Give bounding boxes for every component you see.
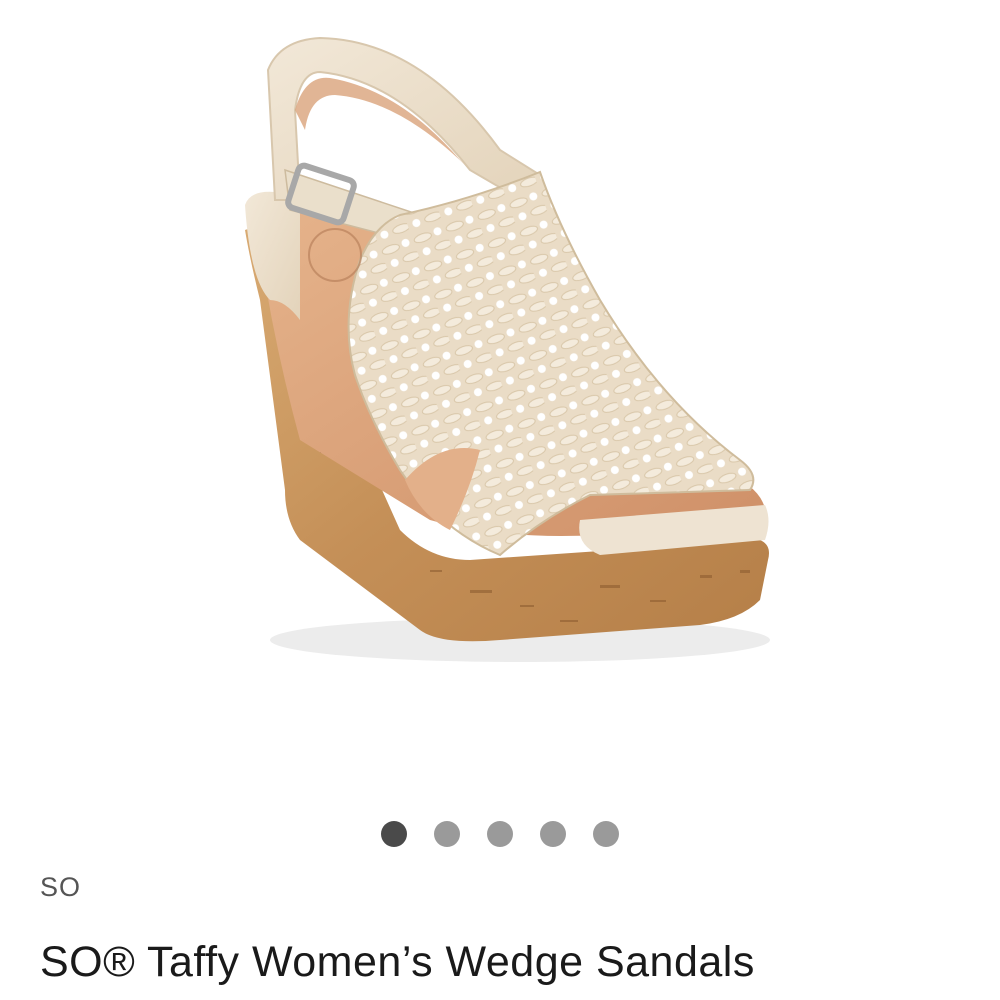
carousel-dot-3[interactable] xyxy=(487,821,513,847)
wedge-sandal-illustration xyxy=(245,36,770,662)
carousel-dot-1[interactable] xyxy=(381,821,407,847)
product-image[interactable] xyxy=(0,0,1000,800)
product-title: SO® Taffy Women’s Wedge Sandals xyxy=(40,938,755,986)
image-carousel-dots xyxy=(0,821,1000,847)
brand-link[interactable]: SO xyxy=(40,872,81,903)
carousel-dot-5[interactable] xyxy=(593,821,619,847)
carousel-dot-4[interactable] xyxy=(540,821,566,847)
carousel-dot-2[interactable] xyxy=(434,821,460,847)
product-page: SO SO® Taffy Women’s Wedge Sandals xyxy=(0,0,1000,1000)
